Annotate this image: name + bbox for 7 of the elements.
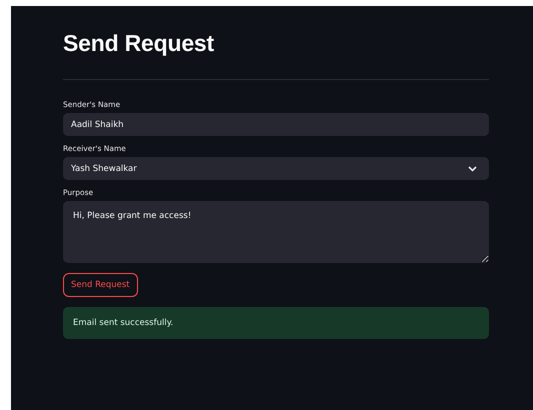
alert-message: Email sent successfully.: [63, 307, 489, 339]
send-request-button[interactable]: Send Request: [63, 273, 138, 297]
dropdown[interactable]: Yash Shewalkar: [63, 157, 489, 180]
input-field[interactable]: Aadil Shaikh: [63, 113, 489, 136]
chevron-down-icon: [468, 166, 477, 172]
page-title: Send Request: [63, 30, 215, 57]
text-area[interactable]: Hi, Please grant me access!: [63, 201, 489, 263]
